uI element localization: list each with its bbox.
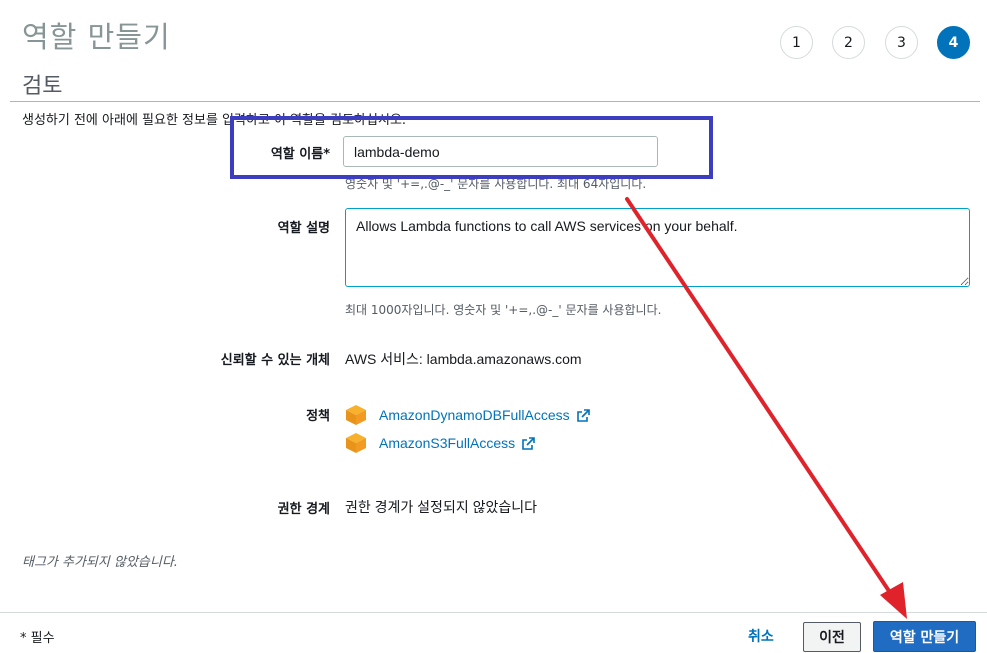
policy-cube-icon [346,405,366,425]
policy-link-s3[interactable]: AmazonS3FullAccess [379,435,535,451]
annotation-highlight-box [230,116,713,179]
tags-note: 태그가 추가되지 않았습니다. [22,555,178,570]
required-note: * 필수 [20,631,55,646]
role-description-textarea[interactable]: Allows Lambda functions to call AWS serv… [345,208,970,287]
trusted-entities-value: AWS 서비스: lambda.amazonaws.com [345,351,582,367]
external-link-icon [522,437,535,450]
trusted-entities-label: 신뢰할 수 있는 개체 [220,353,330,368]
policies-label: 정책 [306,409,330,424]
role-description-hint: 최대 1000자입니다. 영숫자 및 '+=,.@-_' 문자를 사용합니다. [345,303,662,317]
role-description-label: 역할 설명 [277,221,330,236]
permissions-boundary-value: 권한 경계가 설정되지 않았습니다 [345,499,537,515]
step-3[interactable]: 3 [885,26,918,59]
external-link-icon [576,409,590,422]
section-title: 검토 [22,74,63,99]
footer-divider [0,612,987,613]
step-4[interactable]: 4 [937,26,970,59]
page-title: 역할 만들기 [22,20,171,54]
policy-item: AmazonDynamoDBFullAccess [345,404,590,426]
policy-item: AmazonS3FullAccess [345,432,535,454]
divider [10,101,980,102]
policy-link-dynamodb[interactable]: AmazonDynamoDBFullAccess [379,407,590,423]
step-1[interactable]: 1 [780,26,813,59]
previous-button[interactable]: 이전 [803,622,861,652]
permissions-boundary-label: 권한 경계 [277,502,330,517]
create-role-button[interactable]: 역할 만들기 [873,621,976,652]
step-2[interactable]: 2 [832,26,865,59]
cancel-button[interactable]: 취소 [748,626,774,646]
policy-cube-icon [346,433,366,453]
